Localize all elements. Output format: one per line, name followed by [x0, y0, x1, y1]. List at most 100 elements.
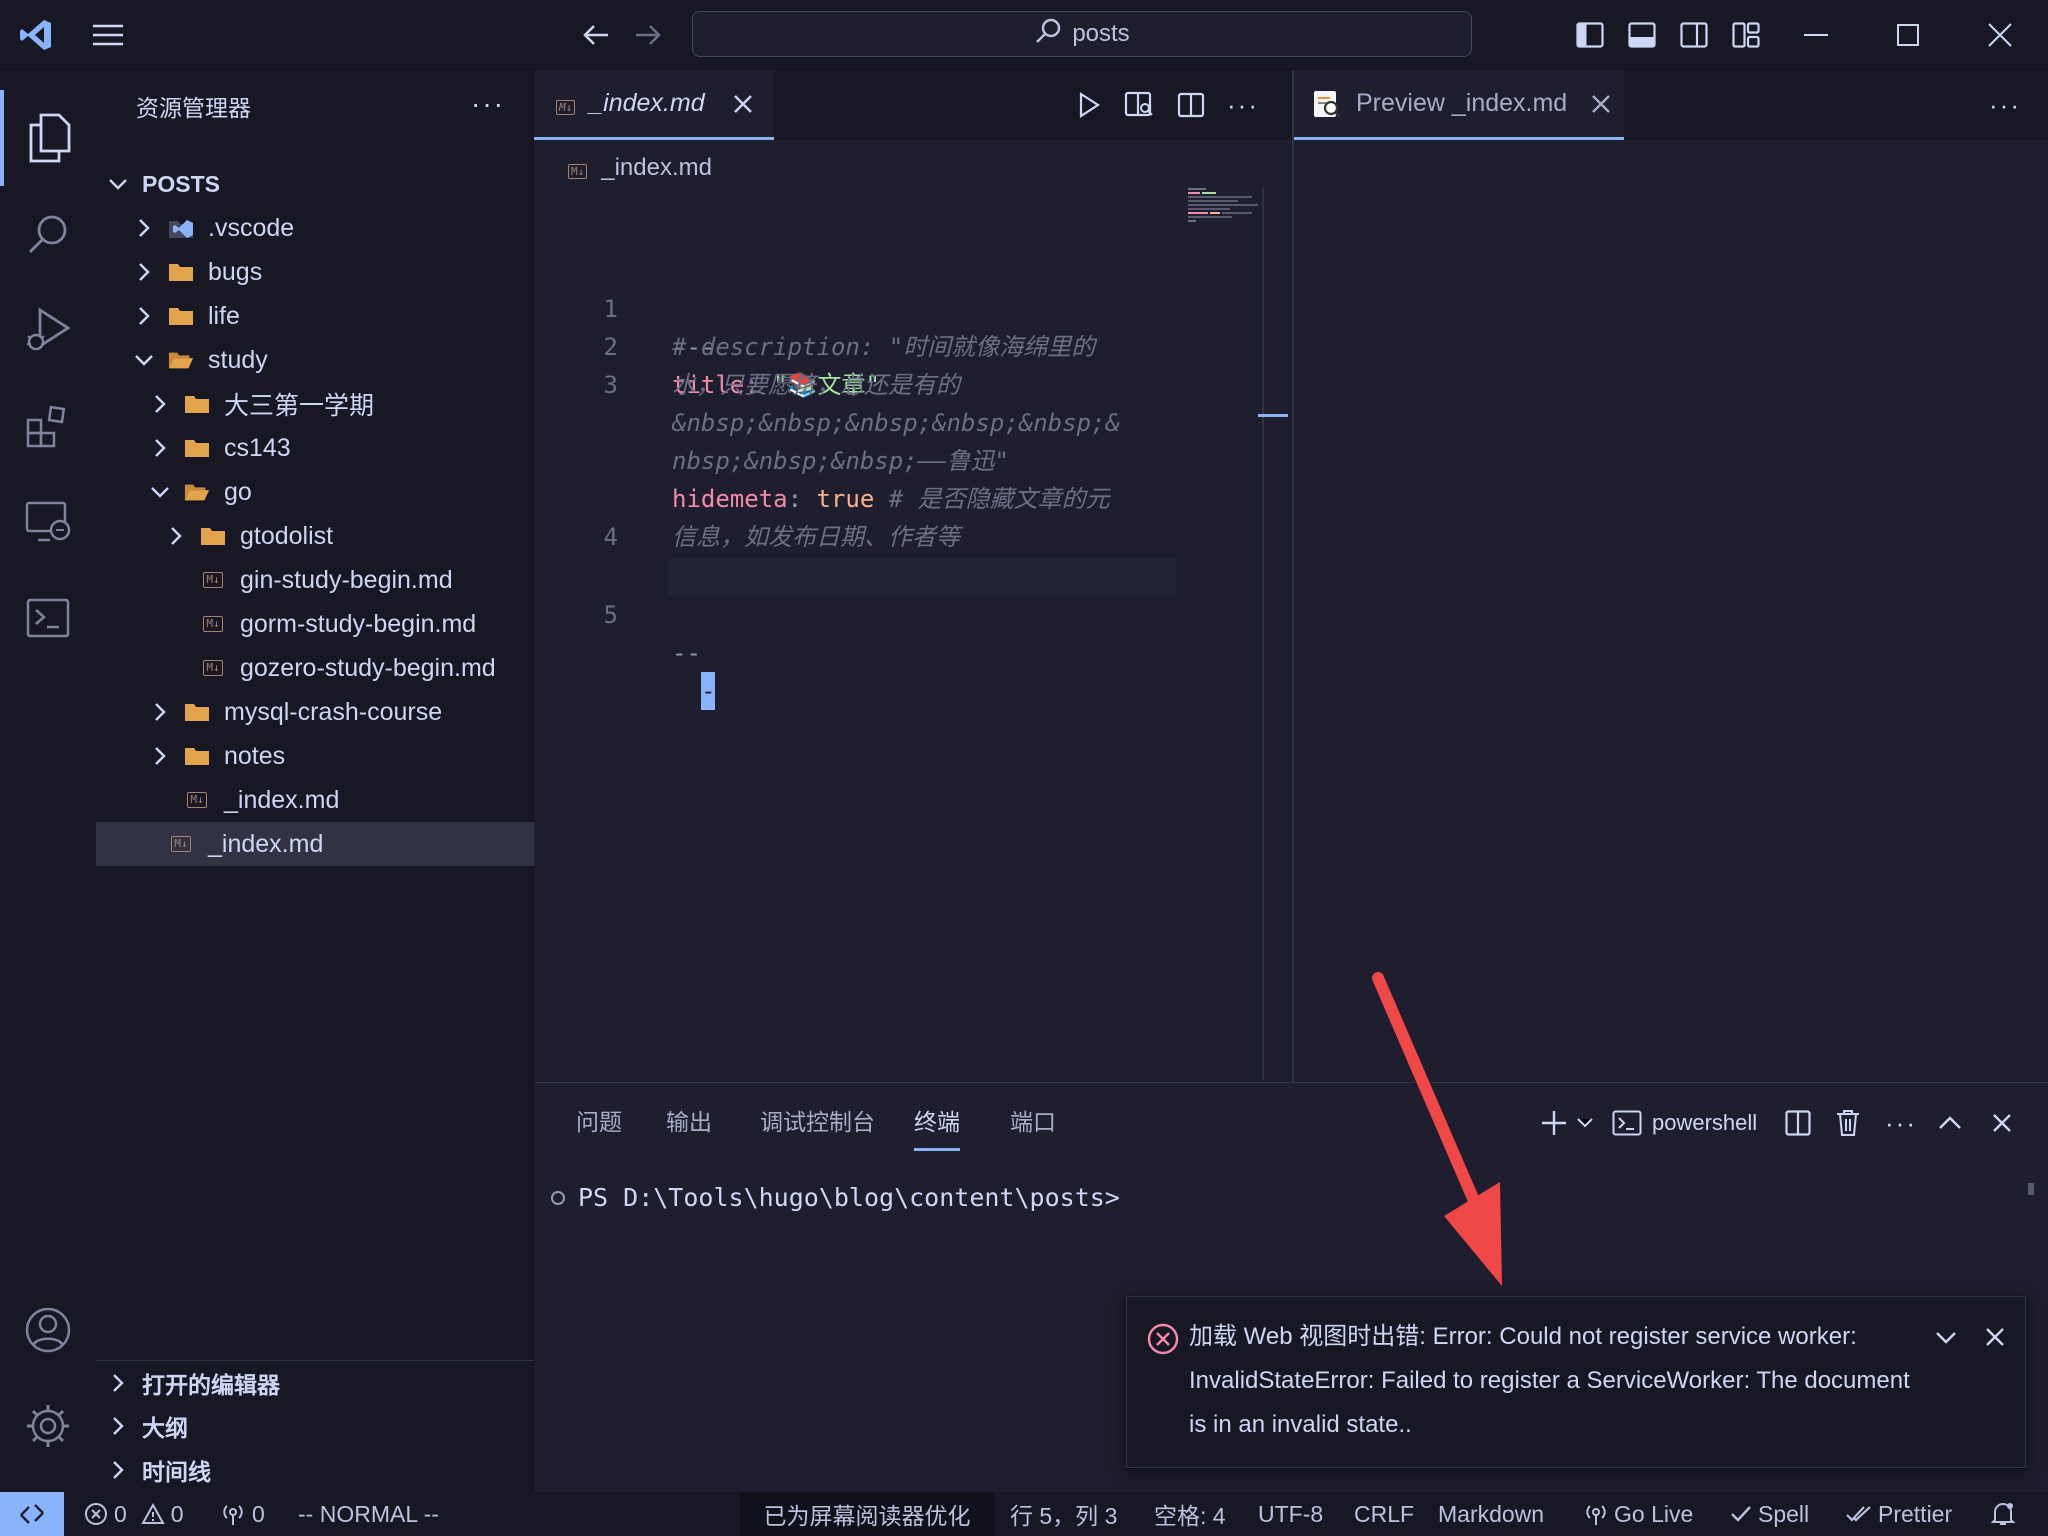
code-line-4[interactable]: 4 hidemeta: true # 是否隐藏文章的元 信息，如发布日期、作者等	[534, 480, 1184, 556]
tree-item-study-index[interactable]: M↓ _index.md	[96, 778, 534, 822]
more-actions-icon[interactable]: ···	[1984, 84, 2026, 126]
minimap[interactable]	[1188, 184, 1270, 244]
tree-item-gorm-study-begin[interactable]: M↓ gorm-study-begin.md	[96, 602, 534, 646]
tab-index-md[interactable]: M↓ _index.md	[534, 70, 774, 140]
back-arrow-icon[interactable]	[570, 0, 622, 70]
tree-item-life[interactable]: life	[96, 294, 534, 338]
terminal-status-circle-icon	[550, 1190, 566, 1206]
settings-gear-icon[interactable]	[0, 1378, 96, 1474]
tree-item-gtodolist[interactable]: gtodolist	[96, 514, 534, 558]
tab-debug-console[interactable]: 调试控制台	[760, 1103, 875, 1151]
end-of-line[interactable]: CRLF	[1354, 1492, 1414, 1536]
terminal-scrollbar[interactable]	[2028, 1183, 2034, 1195]
tab-output[interactable]: 输出	[666, 1103, 712, 1151]
indentation[interactable]: 空格: 4	[1154, 1492, 1226, 1536]
chevron-right-icon	[148, 392, 172, 416]
extensions-icon[interactable]	[0, 378, 96, 474]
more-actions-icon[interactable]: ···	[1222, 84, 1264, 126]
code-line-5[interactable]: 5 -- -	[604, 558, 1176, 710]
expand-chevron-down-icon[interactable]	[1935, 1331, 1957, 1345]
tree-item-label: gtodolist	[240, 521, 334, 550]
tree-item-vscode[interactable]: .vscode	[96, 206, 534, 250]
encoding[interactable]: UTF-8	[1258, 1492, 1323, 1536]
double-check-icon	[1846, 1505, 1872, 1523]
spell-check-button[interactable]: Spell	[1730, 1492, 1809, 1536]
tab-ports[interactable]: 端口	[1010, 1103, 1056, 1151]
close-window-icon[interactable]	[1974, 0, 2026, 70]
chevron-down-icon	[132, 348, 156, 372]
title-bar: posts	[0, 0, 2048, 70]
folder-open-icon	[184, 481, 210, 503]
tree-item-study[interactable]: study	[96, 338, 534, 382]
split-terminal-icon[interactable]	[1778, 1103, 1818, 1143]
workspace-root[interactable]: POSTS	[96, 162, 534, 206]
forward-arrow-icon[interactable]	[622, 0, 674, 70]
code-line-2[interactable]: 2 title: "📚文章"	[534, 290, 1184, 399]
sidebar-header: 资源管理器 ···	[96, 70, 533, 142]
close-panel-icon[interactable]	[1982, 1103, 2022, 1143]
maximize-icon[interactable]	[1882, 0, 1934, 70]
toggle-secondary-sidebar-icon[interactable]	[1668, 0, 1720, 70]
section-outline[interactable]: 大纲	[96, 1404, 534, 1448]
plus-icon	[1541, 1110, 1567, 1136]
close-tab-icon[interactable]	[733, 94, 753, 114]
notifications-bell-icon[interactable]	[1990, 1492, 2016, 1536]
tree-item-go[interactable]: go	[96, 470, 534, 514]
account-icon[interactable]	[0, 1282, 96, 1378]
command-center-search[interactable]: posts	[692, 11, 1472, 57]
toggle-sidebar-icon[interactable]	[1564, 0, 1616, 70]
tree-item-gin-study-begin[interactable]: M↓ gin-study-begin.md	[96, 558, 534, 602]
tree-item-junior-first-semester[interactable]: 大三第一学期	[96, 382, 534, 426]
markdown-file-icon: M↓	[168, 833, 194, 855]
code-line-3[interactable]: 3 # description: "时间就像海绵里的 水，只要愿挤，总还是有的 …	[534, 328, 1184, 480]
breadcrumb[interactable]: M↓ _index.md	[568, 146, 712, 190]
problems-indicator[interactable]: 0 0	[84, 1492, 184, 1536]
tree-item-bugs[interactable]: bugs	[96, 250, 534, 294]
minimize-icon[interactable]	[1790, 0, 1842, 70]
split-editor-icon[interactable]	[1170, 84, 1212, 126]
section-open-editors[interactable]: 打开的编辑器	[96, 1360, 534, 1404]
tree-item-gozero-study-begin[interactable]: M↓ gozero-study-begin.md	[96, 646, 534, 690]
search-view-icon[interactable]	[0, 186, 96, 282]
broadcast-indicator[interactable]: 0	[220, 1492, 265, 1536]
more-actions-icon[interactable]: ···	[1878, 1103, 1924, 1143]
kill-terminal-trash-icon[interactable]	[1828, 1103, 1868, 1143]
tab-terminal[interactable]: 终端	[914, 1103, 960, 1151]
run-icon[interactable]	[1068, 84, 1110, 126]
terminal-prompt-line[interactable]: PS D:\Tools\hugo\blog\content\posts>	[550, 1183, 1120, 1212]
tab-label: Preview _index.md	[1356, 89, 1568, 117]
search-icon	[1034, 17, 1062, 52]
explorer-icon[interactable]	[0, 90, 96, 186]
screen-reader-status[interactable]: 已为屏幕阅读器优化	[740, 1492, 994, 1536]
terminal-instance-selector[interactable]: powershell	[1612, 1103, 1757, 1143]
language-mode[interactable]: Markdown	[1438, 1492, 1544, 1536]
remote-explorer-icon[interactable]	[0, 474, 96, 570]
remote-indicator-icon[interactable]	[0, 1492, 64, 1536]
open-preview-side-icon[interactable]	[1118, 84, 1160, 126]
prettier-button[interactable]: Prettier	[1846, 1492, 1952, 1536]
tree-item-cs143[interactable]: cs143	[96, 426, 534, 470]
terminal-view-icon[interactable]	[0, 570, 96, 666]
go-live-button[interactable]: Go Live	[1584, 1492, 1693, 1536]
tab-preview-index-md[interactable]: Preview _index.md	[1294, 70, 1624, 140]
section-timeline[interactable]: 时间线	[96, 1448, 534, 1492]
tab-problems[interactable]: 问题	[576, 1103, 622, 1151]
cursor-position[interactable]: 行 5，列 3	[1010, 1492, 1117, 1536]
vscode-folder-icon	[168, 217, 194, 239]
tree-item-root-index[interactable]: M↓ _index.md	[96, 822, 534, 866]
tree-item-mysql-crash-course[interactable]: mysql-crash-course	[96, 690, 534, 734]
close-notification-icon[interactable]	[1985, 1327, 2005, 1347]
close-tab-icon[interactable]	[1591, 94, 1611, 114]
customize-layout-icon[interactable]	[1720, 0, 1772, 70]
tree-item-notes[interactable]: notes	[96, 734, 534, 778]
run-debug-icon[interactable]	[0, 282, 96, 378]
editor-scrollbar[interactable]	[1258, 188, 1288, 1080]
new-terminal-button[interactable]	[1534, 1103, 1600, 1143]
more-actions-icon[interactable]: ···	[471, 88, 505, 120]
maximize-panel-chevron-up-icon[interactable]	[1930, 1103, 1970, 1143]
menu-icon[interactable]	[82, 0, 134, 70]
terminal-prompt: PS D:\Tools\hugo\blog\content\posts>	[578, 1183, 1120, 1212]
code-line-1[interactable]: 1 ---	[534, 252, 1184, 361]
toggle-panel-icon[interactable]	[1616, 0, 1668, 70]
chevron-right-icon	[148, 744, 172, 768]
